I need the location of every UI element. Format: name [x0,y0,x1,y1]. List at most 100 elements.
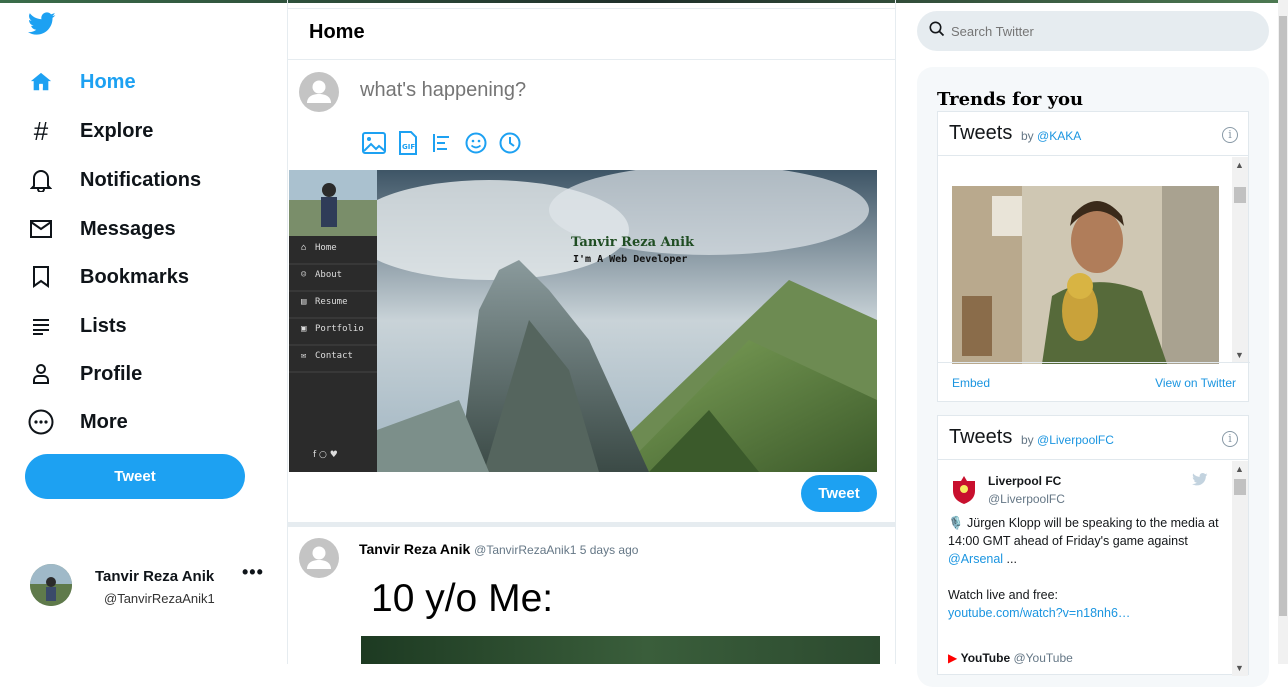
nav-more[interactable]: More [28,404,128,440]
nav-notifications-label: Notifications [80,168,202,191]
svg-text:▤: ▤ [301,297,307,307]
svg-text:▣: ▣ [301,324,307,334]
compose-input[interactable] [360,79,860,102]
post-handle-time: @TanvirRezaAnik1 5 days ago [474,543,639,557]
bell-icon [28,167,54,193]
embed-link[interactable]: Embed [952,376,990,390]
embed-photo[interactable] [952,186,1219,364]
trends-panel: Trends for you Tweets by @KAKA i ▲ ▼ Emb… [917,67,1269,687]
embed-header: Tweets by @KAKA i [938,112,1248,156]
embed-title: Tweets [949,122,1013,144]
nav-more-label: More [80,410,128,433]
left-sidebar: Home # Explore Notifications Messages Bo… [0,0,287,664]
twitter-bird-icon[interactable] [27,12,56,40]
gif-icon[interactable]: GIF [396,131,420,155]
user-name: Tanvir Reza Anik [95,568,215,585]
compose-media-preview[interactable]: ⌂ ☺ ▤ ▣ ✉ Home About Resume Portfolio Co… [289,170,877,472]
user-more-icon[interactable]: ••• [242,562,264,583]
search-input[interactable] [951,23,1241,39]
embed-scrollbar[interactable]: ▲ ▼ [1232,461,1248,676]
liverpool-crest-icon [950,473,978,505]
view-on-twitter-link[interactable]: View on Twitter [1155,376,1236,390]
nav-explore-label: Explore [80,119,154,142]
post-image[interactable] [361,636,880,664]
scroll-up-icon[interactable]: ▲ [1235,464,1244,474]
home-icon [28,69,54,95]
twitter-bird-icon[interactable] [1192,473,1208,491]
post-text: 10 y/o Me: [371,577,554,620]
page-scroll-thumb[interactable] [1279,16,1287,616]
list-icon [28,313,54,339]
scroll-down-icon[interactable]: ▼ [1235,663,1244,673]
site-tagline: I'm A Web Developer [573,254,687,265]
svg-text:☺: ☺ [301,270,307,280]
youtube-link[interactable]: youtube.com/watch?v=n18nh6… [948,606,1130,620]
tweet-author-handle[interactable]: @LiverpoolFC [988,492,1065,506]
embed-account-link[interactable]: @KAKA [1037,129,1081,143]
embed-footer: Embed View on Twitter [938,362,1250,402]
post-author-name[interactable]: Tanvir Reza Anik [359,541,470,557]
site-nav-contact: Contact [315,351,353,361]
scroll-down-icon[interactable]: ▼ [1235,350,1244,360]
post-header: Tanvir Reza Anik @TanvirRezaAnik1 5 days… [359,541,638,557]
post-avatar[interactable] [299,538,339,578]
poll-icon[interactable] [430,131,454,155]
next-tweet-author[interactable]: YouTube [961,651,1011,665]
nav-home-label: Home [80,70,136,93]
person-icon [28,361,54,387]
embed-title: Tweets [949,426,1013,448]
svg-text:✉: ✉ [301,351,306,361]
image-icon[interactable] [362,131,386,155]
site-nav-resume: Resume [315,297,348,307]
nav-bookmarks[interactable]: Bookmarks [28,259,189,295]
bookmark-icon [28,264,54,290]
search-icon [929,21,945,42]
info-icon[interactable]: i [1222,127,1238,143]
nav-explore[interactable]: # Explore [28,113,154,149]
nav-messages-label: Messages [80,217,176,240]
info-icon[interactable]: i [1222,431,1238,447]
tweet-author-name[interactable]: Liverpool FC [988,474,1061,488]
more-circle-icon [28,409,54,435]
embed-scrollbar[interactable]: ▲ ▼ [1232,157,1248,363]
embed-account-link[interactable]: @LiverpoolFC [1037,433,1114,447]
nav-notifications[interactable]: Notifications [28,162,201,198]
embed-timeline-liverpool: Tweets by @LiverpoolFC i ▲ ▼ Liverpool F… [937,415,1249,676]
embed-by: by @KAKA [1021,129,1082,143]
emoji-icon[interactable] [464,131,488,155]
avatar [30,564,72,606]
sidebar-tweet-button[interactable]: Tweet [25,454,245,499]
site-nav-about: About [315,270,342,280]
svg-text:⌂: ⌂ [301,243,306,253]
right-sidebar: Trends for you Tweets by @KAKA i ▲ ▼ [896,0,1288,687]
tweet-text: 🎙️ Jürgen Klopp will be speaking to the … [948,516,1219,620]
nav-profile[interactable]: Profile [28,356,142,392]
compose-tweet-button[interactable]: Tweet [801,475,877,512]
next-tweet-handle[interactable]: @YouTube [1013,651,1072,665]
nav-lists[interactable]: Lists [28,308,127,344]
nav-bookmarks-label: Bookmarks [80,265,189,288]
search-box[interactable] [917,11,1269,51]
scroll-up-icon[interactable]: ▲ [1235,160,1244,170]
next-tweet-header: ▶ YouTube @YouTube [948,651,1073,665]
embed-timeline-kaka: Tweets by @KAKA i ▲ ▼ Embed View on Twit… [937,111,1250,402]
embedded-tweet[interactable]: Liverpool FC @LiverpoolFC 🎙️ Jürgen Klop… [938,461,1234,676]
scroll-thumb[interactable] [1234,187,1246,203]
nav-home[interactable]: Home [28,64,136,100]
mention-link[interactable]: @Arsenal [948,552,1003,566]
section-divider [288,522,895,527]
compose-avatar [299,72,339,112]
nav-lists-label: Lists [80,314,127,337]
page-scrollbar[interactable] [1278,0,1288,664]
youtube-icon: ▶ [948,651,958,665]
schedule-icon[interactable] [498,131,522,155]
trends-title: Trends for you [937,89,1084,110]
nav-messages[interactable]: Messages [28,211,176,247]
site-nav-home: Home [315,243,337,253]
scroll-thumb[interactable] [1234,479,1246,495]
embed-by: by @LiverpoolFC [1021,433,1114,447]
hashtag-icon: # [33,115,49,146]
account-switcher[interactable]: Tanvir Reza Anik @TanvirRezaAnik1 ••• [30,560,270,610]
nav-profile-label: Profile [80,362,143,385]
envelope-icon [28,216,54,242]
